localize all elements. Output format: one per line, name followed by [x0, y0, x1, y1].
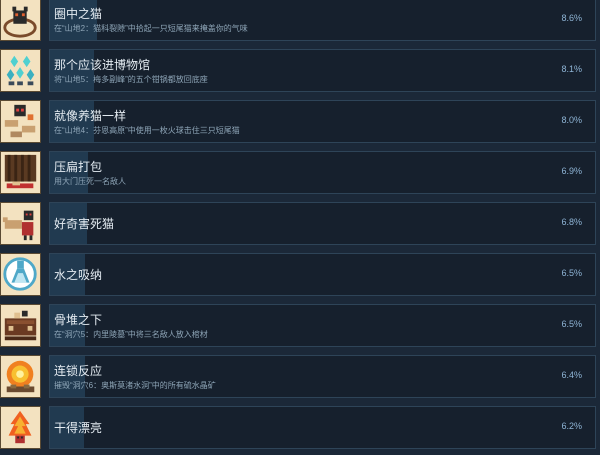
achievement-title: 骨堆之下: [54, 313, 103, 327]
progress-bar: [49, 355, 596, 398]
curious-cat-icon-art: [2, 210, 34, 241]
achievement-title: 连锁反应: [54, 364, 103, 378]
progress-bar: [49, 202, 596, 245]
unlock-percentage: 6.9%: [561, 166, 582, 176]
unlock-percentage: 6.5%: [561, 268, 582, 278]
unlock-percentage: 6.8%: [561, 217, 582, 227]
curious-cat-icon: [0, 202, 41, 245]
water-flask-icon: [0, 253, 41, 296]
achievement-title: 那个应该进博物馆: [54, 58, 151, 72]
achievement-title: 就像养猫一样: [54, 109, 127, 123]
progress-bar: [49, 406, 596, 449]
achievement-row[interactable]: 就像养猫一样 在“山地4：芬恩高原”中使用一枚火球击住三只短尾猫 8.0%: [0, 98, 600, 149]
cat-in-circle-icon: [0, 0, 41, 41]
achievement-title: 压扁打包: [54, 160, 103, 174]
cat-in-circle-icon-art: [3, 6, 37, 38]
achievement-row[interactable]: 压扁打包 用大门压死一名敌人 6.9%: [0, 149, 600, 200]
unlock-percentage: 6.4%: [561, 370, 582, 380]
herding-cats-icon-art: [4, 104, 36, 138]
progress-bar: [49, 304, 596, 347]
progress-bar: [49, 253, 596, 296]
achievement-row[interactable]: 水之吸纳 6.5%: [0, 251, 600, 302]
coffin-icon-art: [4, 310, 37, 341]
coffin-icon: [0, 304, 41, 347]
explosion-icon: [0, 355, 41, 398]
achievement-description: 在“洞穴5：内里陵墓”中将三名敌人放入棺材: [54, 330, 208, 339]
progress-bar: [49, 100, 596, 143]
achievement-title: 好奇害死猫: [54, 217, 115, 231]
herding-cats-icon: [0, 100, 41, 143]
achievement-title: 圈中之猫: [54, 7, 103, 21]
crushing-gate-icon: [0, 151, 41, 194]
achievement-row[interactable]: 那个应该进博物馆 将“山地5：梅多副峰”的五个钳锅都放回底座 8.1%: [0, 47, 600, 98]
unlock-percentage: 8.6%: [561, 13, 582, 23]
achievement-title: 干得漂亮: [54, 421, 103, 435]
achievement-description: 在“山地4：芬恩高原”中使用一枚火球击住三只短尾猫: [54, 126, 240, 135]
achievement-row[interactable]: 圈中之猫 在“山地2：猫科裂隙”中拾起一只短尾猫来掩盖你的气味 8.6%: [0, 0, 600, 47]
crushing-gate-icon-art: [4, 154, 37, 189]
fire-hero-icon: [0, 406, 41, 449]
water-flask-icon-art: [3, 257, 37, 291]
achievement-row[interactable]: 骨堆之下 在“洞穴5：内里陵墓”中将三名敌人放入棺材 6.5%: [0, 302, 600, 353]
achievement-description: 在“山地2：猫科裂隙”中拾起一只短尾猫来掩盖你的气味: [54, 24, 248, 33]
achievement-row[interactable]: 连锁反应 摧毁“洞穴6：奥斯莫渚水洞”中的所有硫水晶矿 6.4%: [0, 353, 600, 404]
unlock-percentage: 8.0%: [561, 115, 582, 125]
explosion-icon-art: [6, 360, 35, 393]
unlock-percentage: 6.5%: [561, 319, 582, 329]
progress-bar: [49, 0, 596, 41]
fire-hero-icon-art: [8, 410, 32, 444]
crystal-pedestals-icon-art: [6, 55, 35, 86]
achievement-list: 圈中之猫 在“山地2：猫科裂隙”中拾起一只短尾猫来掩盖你的气味 8.6% 那个应…: [0, 0, 600, 455]
achievement-description: 摧毁“洞穴6：奥斯莫渚水洞”中的所有硫水晶矿: [54, 381, 216, 390]
achievement-title: 水之吸纳: [54, 268, 103, 282]
crystal-pedestals-icon: [0, 49, 41, 92]
achievement-description: 将“山地5：梅多副峰”的五个钳锅都放回底座: [54, 75, 208, 84]
unlock-percentage: 6.2%: [561, 421, 582, 431]
achievement-row[interactable]: 好奇害死猫 6.8%: [0, 200, 600, 251]
progress-bar: [49, 151, 596, 194]
achievement-description: 用大门压死一名敌人: [54, 177, 126, 186]
achievement-row[interactable]: 干得漂亮 6.2%: [0, 404, 600, 455]
unlock-percentage: 8.1%: [561, 64, 582, 74]
